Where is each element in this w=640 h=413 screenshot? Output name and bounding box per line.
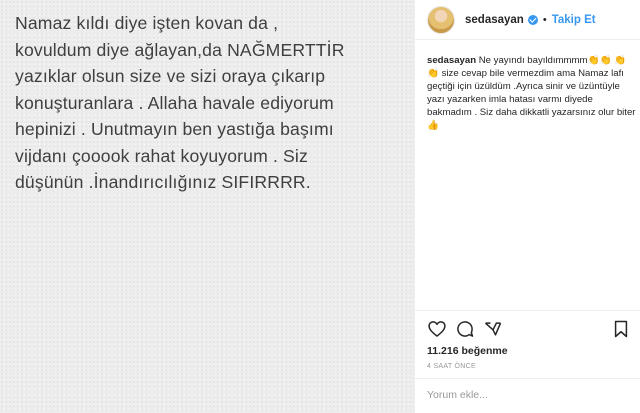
action-bar	[427, 319, 631, 341]
heart-icon[interactable]	[427, 319, 447, 339]
like-count[interactable]: 11.216 beğenme	[427, 345, 508, 357]
post-text-line: yazıklar olsun size ve sizi oraya çıkarı…	[15, 66, 326, 86]
comment-input[interactable]	[427, 385, 627, 405]
post-timestamp[interactable]: 4 SAAT ÖNCE	[427, 363, 476, 370]
follow-button[interactable]: Takip Et	[552, 14, 596, 26]
separator-dot: •	[542, 13, 547, 26]
post-text-line: vijdanı çooook rahat koyuyorum . Siz	[15, 145, 308, 166]
caption-username[interactable]: sedasayan	[427, 55, 476, 66]
thumbs-up-emoji: 👍	[427, 120, 439, 131]
post-text-line: düşünün .İnandırıcılığınız SIFIRRRR.	[15, 172, 311, 192]
verified-badge-icon	[527, 14, 538, 25]
post-side-panel: sedasayan • Takip Et sedasayan Ne yayınd…	[414, 0, 640, 413]
caption-text: size cevap bile vermezdim ama Namaz lafı…	[427, 68, 636, 118]
post-text-line: konuşturanlara . Allaha havale ediyorum	[15, 92, 334, 113]
caption: sedasayan Ne yayındı bayıldımmmm👏👏 👏👏 si…	[427, 54, 637, 132]
post-header: sedasayan • Takip Et	[415, 0, 640, 40]
clap-emoji: 👏👏	[587, 55, 612, 66]
post-text-line: Namaz kıldı diye işten kovan da ,	[15, 13, 279, 33]
post-image: Namaz kıldı diye işten kovan da , kovuld…	[0, 0, 414, 413]
divider	[415, 310, 640, 311]
post-text-line: hepinizi . Unutmayın ben yastığa başımı	[15, 119, 334, 139]
comment-icon[interactable]	[455, 319, 475, 339]
post-text-line: kovuldum diye ağlayan,da NAĞMERTTİR	[15, 39, 345, 60]
post-text: Namaz kıldı diye işten kovan da , kovuld…	[15, 10, 410, 196]
caption-text: Ne yayındı bayıldımmmm	[478, 55, 588, 66]
header-username[interactable]: sedasayan	[465, 14, 524, 26]
avatar[interactable]	[427, 5, 455, 34]
bookmark-icon[interactable]	[611, 319, 631, 339]
share-icon[interactable]	[483, 319, 503, 339]
divider	[415, 378, 640, 379]
